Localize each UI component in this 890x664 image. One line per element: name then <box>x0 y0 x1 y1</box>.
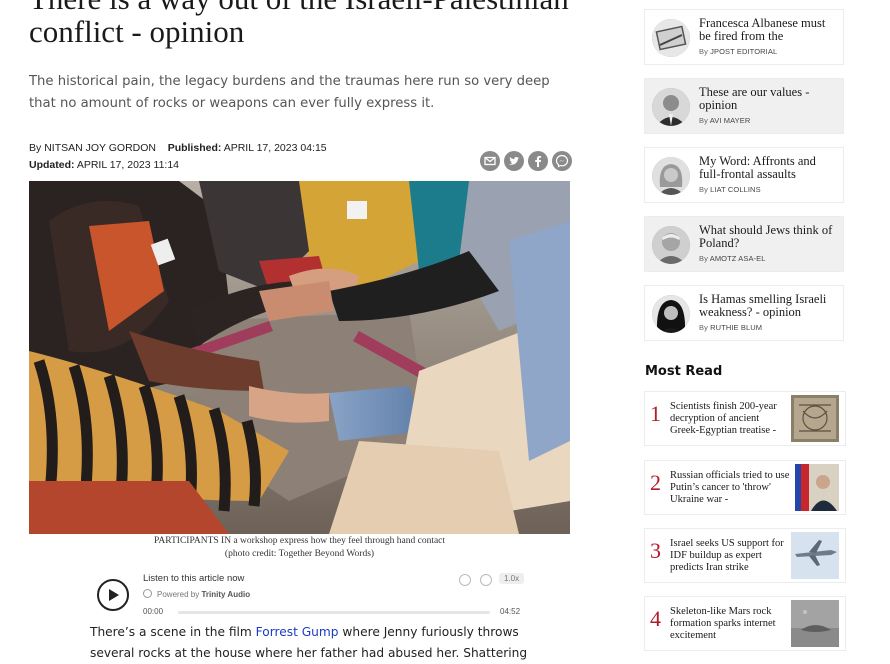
play-button[interactable] <box>97 579 129 611</box>
powered-brand: Trinity Audio <box>201 590 251 599</box>
author-prefix: By <box>699 47 708 56</box>
photo-caption: PARTICIPANTS IN a workshop express how t… <box>29 535 570 561</box>
twitter-icon[interactable] <box>504 151 524 171</box>
thumbnail <box>791 532 839 579</box>
caption-text: PARTICIPANTS IN a workshop express how t… <box>153 536 446 546</box>
thumbnail <box>791 395 839 442</box>
opinion-author: By AMOTZ ASA-EL <box>699 254 766 263</box>
updated-label: Updated: <box>29 159 75 171</box>
current-time: 00:00 <box>143 607 164 616</box>
author-name: JPOST EDITORIAL <box>710 47 778 56</box>
forward-icon[interactable] <box>480 574 492 586</box>
author-prefix: By <box>699 254 708 263</box>
most-read-title: Israel seeks US support for IDF buildup … <box>670 538 784 573</box>
published-date: APRIL 17, 2023 04:15 <box>223 142 327 154</box>
article-title-line: There is a way out of the Israeli-Palest… <box>29 0 589 15</box>
author-name: AVI MAYER <box>709 116 751 125</box>
avatar <box>652 295 690 333</box>
opinion-title: My Word: Affronts and full-frontal assau… <box>699 154 816 181</box>
opinion-card[interactable]: My Word: Affronts and full-frontal assau… <box>645 148 843 202</box>
share-bar <box>480 151 572 171</box>
audio-player: Listen to this article now Powered by Tr… <box>90 568 530 620</box>
avatar <box>652 226 690 264</box>
most-read-heading: Most Read <box>645 364 723 379</box>
most-read-title: Scientists finish 200-year decryption of… <box>670 401 777 436</box>
author-name: LIAT COLLINS <box>710 185 761 194</box>
body-text: There’s a scene in the film <box>90 625 256 639</box>
opinion-title: Francesca Albanese must be fired from th… <box>699 16 826 43</box>
opinion-author: By AVI MAYER <box>699 116 750 125</box>
article-subtitle: The historical pain, the legacy burdens … <box>29 74 550 111</box>
article-photo <box>29 181 570 534</box>
author-prefix: By <box>699 323 708 332</box>
author-name: AMOTZ ASA-EL <box>709 254 766 263</box>
avatar <box>652 157 690 195</box>
avatar <box>652 88 690 126</box>
opinion-card[interactable]: What should Jews think of Poland? By AMO… <box>645 217 843 271</box>
listen-label: Listen to this article now <box>143 573 245 584</box>
opinion-card[interactable]: Is Hamas smelling Israeli weakness? - op… <box>645 286 843 340</box>
rank-number: 1 <box>650 401 661 426</box>
messenger-icon[interactable] <box>552 151 572 171</box>
opinion-title: These are our values - opinion <box>699 85 810 112</box>
opinion-card[interactable]: Francesca Albanese must be fired from th… <box>645 10 843 64</box>
globe-icon <box>143 589 152 598</box>
most-read-title: Russian officials tried to use Putin’s c… <box>670 470 790 505</box>
thumbnail <box>791 600 839 647</box>
author-prefix: By <box>699 116 708 125</box>
opinion-author: By LIAT COLLINS <box>699 185 761 194</box>
rank-number: 4 <box>650 606 661 631</box>
photo-credit: (photo credit: Together Beyond Words) <box>224 549 375 559</box>
author-prefix: By <box>699 185 708 194</box>
opinion-title: Is Hamas smelling Israeli weakness? - op… <box>699 292 827 319</box>
article-body: There’s a scene in the film Forrest Gump… <box>90 622 530 664</box>
rewind-icon[interactable] <box>459 574 471 586</box>
article-title: There is a way out of the Israeli-Palest… <box>29 0 589 48</box>
opinion-card[interactable]: These are our values - opinion By AVI MA… <box>645 79 843 133</box>
byline-prefix: By <box>29 142 42 154</box>
play-icon <box>109 589 119 601</box>
powered-by[interactable]: Powered by Trinity Audio <box>143 589 250 599</box>
email-icon[interactable] <box>480 151 500 171</box>
most-read-item[interactable]: 2 Russian officials tried to use Putin’s… <box>645 461 845 514</box>
most-read-item[interactable]: 3 Israel seeks US support for IDF buildu… <box>645 529 845 582</box>
avatar <box>652 19 690 57</box>
most-read-title: Skeleton-like Mars rock formation sparks… <box>670 606 776 641</box>
rank-number: 2 <box>650 470 661 495</box>
opinion-title: What should Jews think of Poland? <box>699 223 833 250</box>
most-read-item[interactable]: 1 Scientists finish 200-year decryption … <box>645 392 845 445</box>
thumbnail <box>791 464 839 511</box>
playback-speed[interactable]: 1.0x <box>499 573 525 584</box>
facebook-icon[interactable] <box>528 151 548 171</box>
total-time: 04:52 <box>500 607 521 616</box>
opinion-author: By JPOST EDITORIAL <box>699 47 777 56</box>
article-title-line: conflict - opinion <box>29 14 245 49</box>
byline: By NITSAN JOY GORDON Published: APRIL 17… <box>29 140 327 174</box>
most-read-item[interactable]: 4 Skeleton-like Mars rock formation spar… <box>645 597 845 650</box>
updated-date: APRIL 17, 2023 11:14 <box>76 159 180 171</box>
progress-bar[interactable] <box>178 611 490 614</box>
rank-number: 3 <box>650 538 661 563</box>
author-link[interactable]: NITSAN JOY GORDON <box>44 142 156 154</box>
author-name: RUTHIE BLUM <box>710 323 763 332</box>
published-label: Published: <box>167 142 222 154</box>
forrest-gump-link[interactable]: Forrest Gump <box>256 625 339 639</box>
powered-prefix: Powered by <box>157 590 200 599</box>
opinion-author: By RUTHIE BLUM <box>699 323 762 332</box>
